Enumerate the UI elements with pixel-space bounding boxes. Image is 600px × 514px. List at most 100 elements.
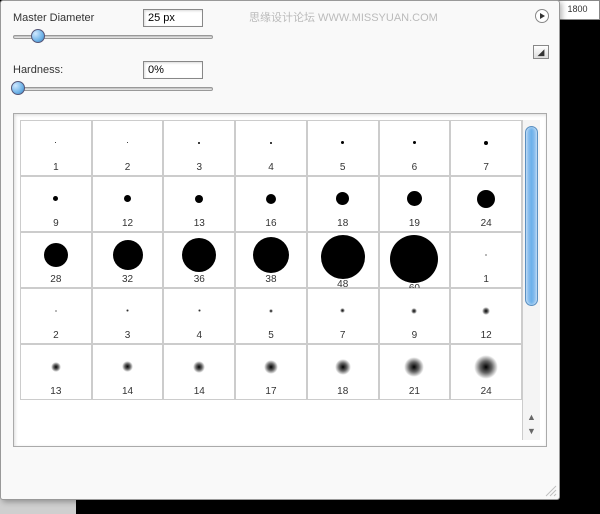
brush-preview [236, 291, 306, 330]
brush-preset[interactable]: 14 [163, 344, 235, 400]
brush-preset[interactable]: 9 [20, 176, 92, 232]
hard-brush-icon [127, 142, 128, 143]
diameter-slider-thumb[interactable] [31, 29, 45, 43]
brush-preset[interactable]: 36 [163, 232, 235, 288]
brush-preset[interactable]: 18 [307, 176, 379, 232]
brush-preview [93, 123, 163, 162]
brush-preset[interactable]: 4 [235, 120, 307, 176]
brush-size-label: 16 [265, 218, 276, 229]
brush-scrollbar[interactable]: ▲ ▼ [522, 120, 540, 440]
brush-preview [236, 123, 306, 162]
soft-brush-icon [198, 309, 201, 312]
brush-preview [236, 347, 306, 386]
hard-brush-icon [266, 194, 276, 204]
brush-preset[interactable]: 16 [235, 176, 307, 232]
hardness-label: Hardness: [13, 64, 143, 76]
brush-preset[interactable]: 2 [92, 120, 164, 176]
brush-size-label: 19 [409, 218, 420, 229]
brush-preview [164, 347, 234, 386]
brush-preview [21, 123, 91, 162]
brush-size-label: 18 [337, 218, 348, 229]
brush-preset[interactable]: 21 [379, 344, 451, 400]
brush-preview [21, 179, 91, 218]
hard-brush-icon [336, 192, 349, 205]
hard-brush-icon [182, 238, 216, 272]
brush-preset[interactable]: 7 [450, 120, 522, 176]
brush-preset[interactable]: 17 [235, 344, 307, 400]
brush-size-label: 7 [483, 162, 489, 173]
brush-preset[interactable]: 28 [20, 232, 92, 288]
resize-grip-icon[interactable] [543, 483, 557, 497]
scroll-down-icon[interactable]: ▼ [523, 426, 540, 440]
brush-preview [451, 123, 521, 162]
brush-preset[interactable]: 6 [379, 120, 451, 176]
brush-preset[interactable]: 12 [92, 176, 164, 232]
brush-size-label: 38 [265, 274, 276, 285]
brush-size-label: 13 [194, 218, 205, 229]
hard-brush-icon [44, 243, 68, 267]
flyout-menu-icon[interactable] [535, 9, 549, 23]
brush-preset[interactable]: 1 [450, 232, 522, 288]
brush-preview [451, 347, 521, 386]
hardness-slider[interactable] [13, 83, 213, 93]
brush-preset[interactable]: 2 [20, 288, 92, 344]
hardness-slider-thumb[interactable] [11, 81, 25, 95]
hard-brush-icon [270, 142, 272, 144]
brush-preset[interactable]: 9 [379, 288, 451, 344]
brush-size-label: 3 [197, 162, 203, 173]
brush-preset[interactable]: 4 [163, 288, 235, 344]
new-preset-icon[interactable]: ◢ [533, 45, 549, 59]
brush-preview [308, 291, 378, 330]
soft-brush-icon [126, 309, 129, 312]
brush-preview [164, 179, 234, 218]
soft-brush-icon [474, 355, 498, 379]
diameter-slider[interactable] [13, 31, 213, 41]
brush-preset[interactable]: 24 [450, 344, 522, 400]
brush-preset[interactable]: 13 [20, 344, 92, 400]
brush-preview [93, 347, 163, 386]
brush-preset[interactable]: 3 [92, 288, 164, 344]
brush-preset[interactable]: 5 [235, 288, 307, 344]
brush-preview [308, 179, 378, 218]
hard-brush-icon [407, 191, 422, 206]
brush-preview [21, 347, 91, 386]
soft-brush-icon [485, 254, 487, 256]
brush-preset[interactable]: 7 [307, 288, 379, 344]
brush-preset[interactable]: 38 [235, 232, 307, 288]
hardness-input[interactable] [143, 61, 203, 79]
brush-size-label: 6 [412, 162, 418, 173]
brush-preset[interactable]: 3 [163, 120, 235, 176]
brush-size-label: 2 [125, 162, 131, 173]
brush-preview [380, 347, 450, 386]
brush-preset[interactable]: 32 [92, 232, 164, 288]
brush-preview [308, 347, 378, 386]
scroll-up-icon[interactable]: ▲ [523, 412, 540, 426]
brush-preset[interactable]: 24 [450, 176, 522, 232]
brush-size-label: 4 [268, 162, 274, 173]
soft-brush-icon [51, 362, 61, 372]
brush-preset[interactable]: 5 [307, 120, 379, 176]
brush-preset[interactable]: 13 [163, 176, 235, 232]
hard-brush-icon [55, 142, 56, 143]
brush-preview [236, 179, 306, 218]
hard-brush-icon [484, 141, 488, 145]
scrollbar-thumb[interactable] [525, 126, 538, 306]
brush-preset[interactable]: 48 [307, 232, 379, 288]
brush-size-label: 9 [412, 330, 418, 341]
brush-preview [21, 291, 91, 330]
brush-size-label: 14 [194, 386, 205, 397]
brush-preset[interactable]: 12 [450, 288, 522, 344]
brush-size-label: 24 [481, 218, 492, 229]
brush-preset[interactable]: 14 [92, 344, 164, 400]
brush-preset[interactable]: 18 [307, 344, 379, 400]
brush-preset[interactable]: 60 [379, 232, 451, 288]
soft-brush-icon [193, 361, 205, 373]
brush-preset[interactable]: 1 [20, 120, 92, 176]
diameter-input[interactable] [143, 9, 203, 27]
brush-size-label: 5 [268, 330, 274, 341]
soft-brush-icon [269, 309, 273, 313]
brush-preview [380, 123, 450, 162]
brush-preset[interactable]: 19 [379, 176, 451, 232]
brush-preview [21, 235, 91, 274]
soft-brush-icon [122, 361, 133, 372]
